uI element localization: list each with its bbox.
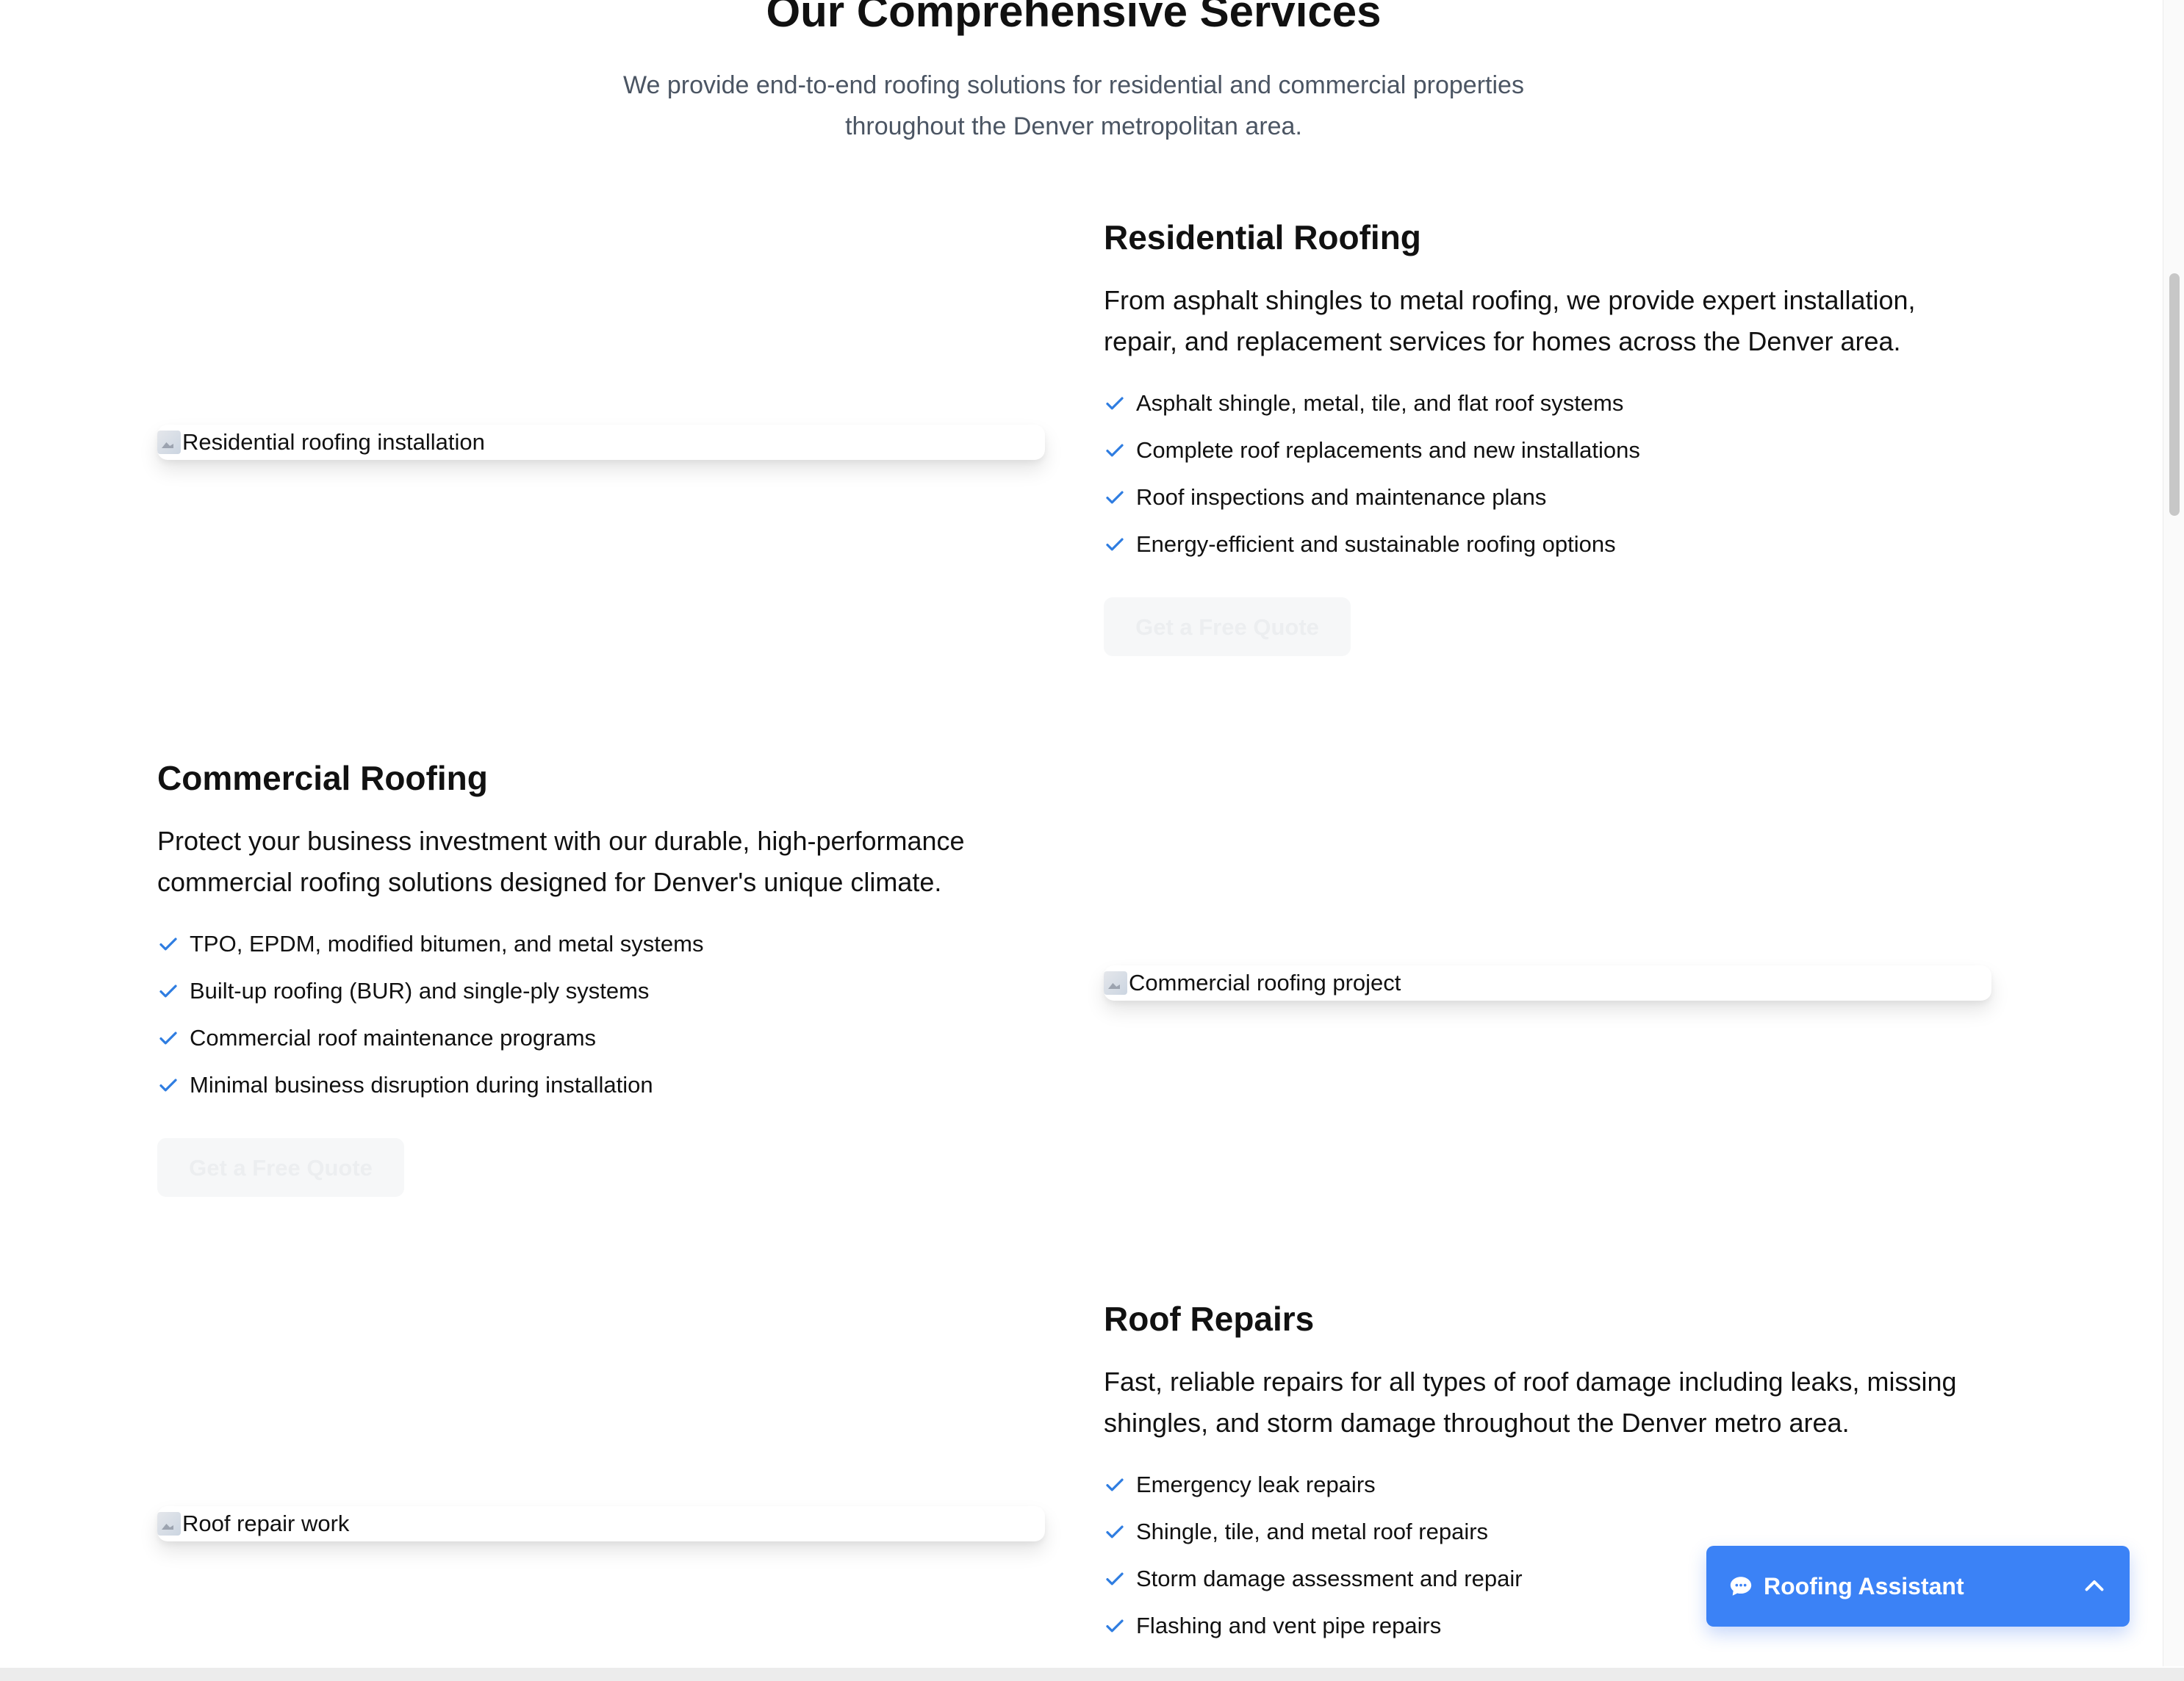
residential-title: Residential Roofing xyxy=(1104,218,1421,256)
commercial-image: Commercial roofing project xyxy=(1104,965,1991,1001)
feature-text: Energy-efficient and sustainable roofing… xyxy=(1136,531,1616,558)
residential-feature-list: Asphalt shingle, metal, tile, and flat r… xyxy=(1104,380,1993,568)
check-icon xyxy=(159,985,177,998)
section-title: Our Comprehensive Services xyxy=(766,0,1382,36)
commercial-service: Commercial Roofing Protect your business… xyxy=(157,758,1046,1198)
residential-service: Residential Roofing From asphalt shingle… xyxy=(1104,217,1993,657)
feature-item: Built-up roofing (BUR) and single-ply sy… xyxy=(157,968,1046,1015)
chevron-up-icon[interactable] xyxy=(2081,1573,2108,1599)
check-icon xyxy=(159,1079,177,1092)
feature-text: TPO, EPDM, modified bitumen, and metal s… xyxy=(190,931,704,957)
commercial-feature-list: TPO, EPDM, modified bitumen, and metal s… xyxy=(157,921,1046,1109)
feature-text: Built-up roofing (BUR) and single-ply sy… xyxy=(190,978,650,1004)
residential-image-alt: Residential roofing installation xyxy=(182,429,485,455)
vertical-scrollbar[interactable] xyxy=(2163,0,2184,1666)
residential-quote-button[interactable]: Get a Free Quote xyxy=(1104,597,1351,657)
check-icon xyxy=(1106,538,1124,551)
check-icon xyxy=(1106,1619,1124,1633)
feature-item: Complete roof replacements and new insta… xyxy=(1104,427,1993,474)
check-icon xyxy=(1106,491,1124,504)
commercial-image-alt: Commercial roofing project xyxy=(1129,970,1401,996)
feature-text: Complete roof replacements and new insta… xyxy=(1136,437,1640,464)
repair-image-alt: Roof repair work xyxy=(182,1511,350,1536)
residential-description: From asphalt shingles to metal roofing, … xyxy=(1104,285,1916,357)
repair-image: Roof repair work xyxy=(157,1506,1045,1541)
feature-item: TPO, EPDM, modified bitumen, and metal s… xyxy=(157,921,1046,968)
broken-image-icon xyxy=(157,431,181,454)
horizontal-scrollbar[interactable] xyxy=(0,1668,2184,1681)
chat-label: Roofing Assistant xyxy=(1764,1572,1964,1599)
feature-text: Asphalt shingle, metal, tile, and flat r… xyxy=(1136,390,1624,417)
check-icon xyxy=(1106,1525,1124,1538)
check-icon xyxy=(1106,397,1124,410)
scrollbar-thumb[interactable] xyxy=(2169,273,2180,516)
check-icon xyxy=(1106,1478,1124,1491)
roofing-assistant-widget[interactable]: Roofing Assistant xyxy=(1706,1546,2130,1627)
repair-description: Fast, reliable repairs for all types of … xyxy=(1104,1367,1957,1439)
feature-text: Flashing and vent pipe repairs xyxy=(1136,1613,1442,1639)
commercial-title: Commercial Roofing xyxy=(157,759,488,797)
check-icon xyxy=(1106,1572,1124,1585)
broken-image-icon xyxy=(157,1512,181,1536)
feature-text: Shingle, tile, and metal roof repairs xyxy=(1136,1519,1489,1545)
broken-image-icon xyxy=(1104,971,1127,995)
feature-text: Minimal business disruption during insta… xyxy=(190,1072,653,1098)
feature-text: Emergency leak repairs xyxy=(1136,1472,1376,1498)
chat-bubble-icon xyxy=(1730,1577,1752,1596)
repair-title: Roof Repairs xyxy=(1104,1300,1315,1338)
check-icon xyxy=(159,937,177,951)
feature-item: Emergency leak repairs xyxy=(1104,1461,1993,1508)
feature-text: Storm damage assessment and repair xyxy=(1136,1566,1523,1592)
check-icon xyxy=(159,1032,177,1045)
feature-item: Energy-efficient and sustainable roofing… xyxy=(1104,521,1993,568)
page: Our Comprehensive Services We provide en… xyxy=(0,0,2184,1681)
feature-item: Commercial roof maintenance programs xyxy=(157,1015,1046,1062)
feature-item: Roof inspections and maintenance plans xyxy=(1104,474,1993,521)
feature-text: Roof inspections and maintenance plans xyxy=(1136,484,1547,511)
feature-text: Commercial roof maintenance programs xyxy=(190,1025,597,1051)
check-icon xyxy=(1106,444,1124,457)
commercial-quote-button[interactable]: Get a Free Quote xyxy=(157,1138,404,1198)
residential-image: Residential roofing installation xyxy=(157,425,1045,460)
feature-item: Minimal business disruption during insta… xyxy=(157,1062,1046,1109)
commercial-description: Protect your business investment with ou… xyxy=(157,826,965,898)
feature-item: Asphalt shingle, metal, tile, and flat r… xyxy=(1104,380,1993,427)
section-subtitle: We provide end-to-end roofing solutions … xyxy=(623,71,1524,140)
